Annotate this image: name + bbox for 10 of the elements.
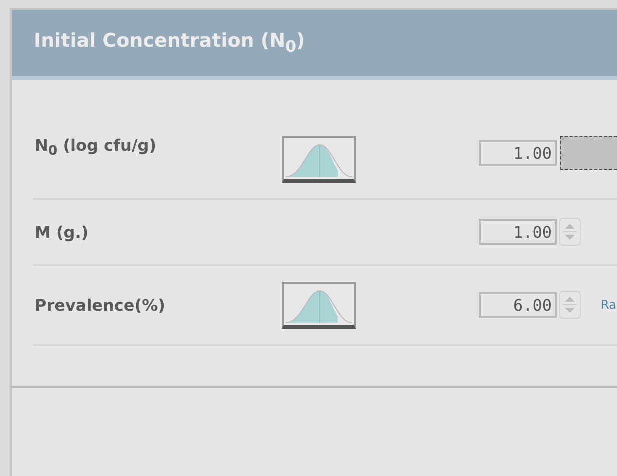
distribution-button[interactable] [282,136,356,183]
number-field[interactable]: 1.00 [479,140,557,166]
distribution-button[interactable] [282,282,356,328]
number-field[interactable]: 1.00 [479,219,557,245]
link[interactable]: Ra [601,298,616,312]
parameter-label: N$_{0}$ (log cfu/g) [34,136,158,160]
number-field[interactable]: 6.00 [479,292,557,318]
panel-title: Initial Concentration (N$_{0}$) [34,30,306,56]
parameter-label: M (g.) [34,222,90,242]
parameter-label: Prevalence(%) [34,296,166,314]
